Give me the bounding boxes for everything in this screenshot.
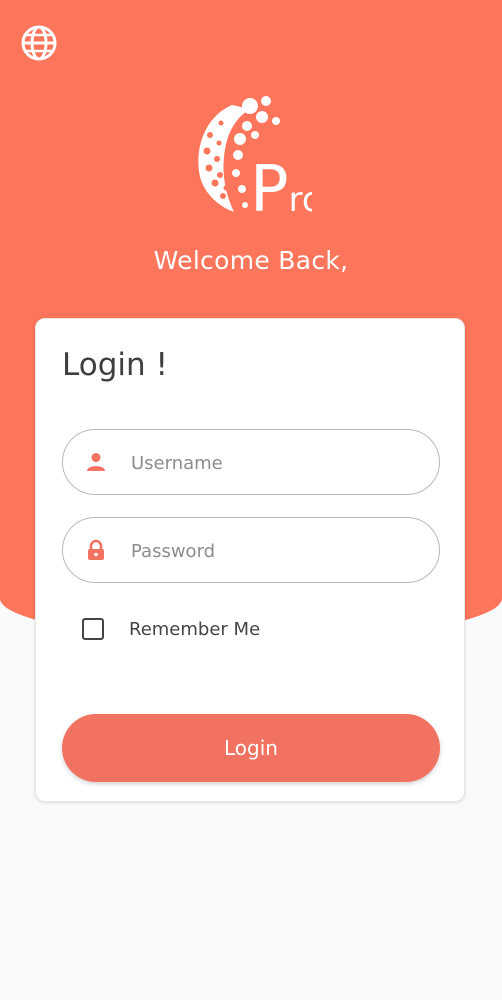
password-input[interactable] [129,530,423,572]
login-card: Login ! Remember Me Login [35,318,465,802]
username-field[interactable] [62,429,440,495]
lock-icon [88,539,104,560]
logo-text: Pro [250,153,312,220]
language-button[interactable] [20,24,58,62]
user-icon [87,453,105,471]
app-logo: Pro [192,95,323,227]
globe-icon [21,25,57,61]
login-button[interactable]: Login [62,714,440,782]
remember-me-label: Remember Me [129,618,261,640]
username-input[interactable] [129,442,423,484]
password-field[interactable] [62,517,440,583]
remember-me-checkbox[interactable] [82,618,104,640]
remember-me-toggle[interactable]: Remember Me [82,615,260,643]
welcome-text: Welcome Back, [153,246,349,275]
login-title: Login ! [62,347,168,383]
